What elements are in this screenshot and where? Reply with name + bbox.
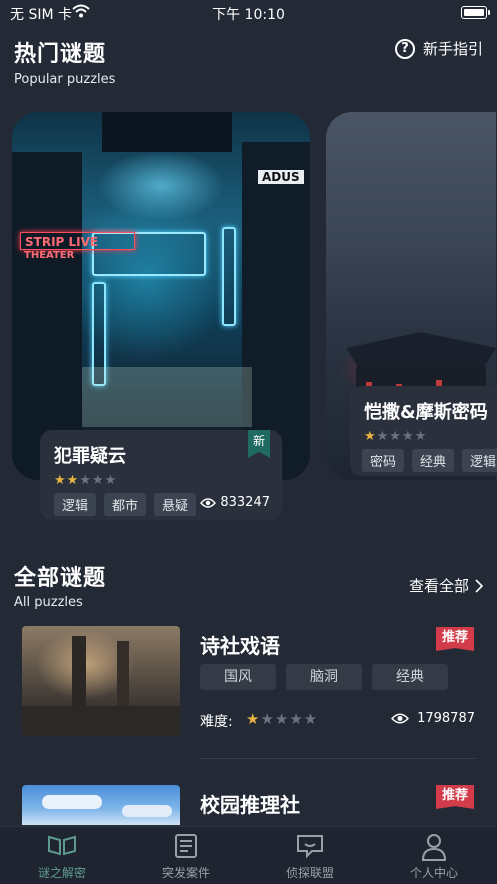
tag: 悬疑: [154, 493, 197, 516]
recommend-badge: 推荐: [436, 627, 474, 651]
tag-list: 逻辑 都市 悬疑: [54, 493, 197, 516]
section-subtitle: All puzzles: [14, 595, 83, 610]
view-count: 833247: [200, 495, 270, 510]
rating-stars: ★★★★★: [364, 429, 428, 444]
chat-icon: [297, 835, 323, 859]
puzzle-tag: 经典: [372, 664, 448, 690]
divider: [200, 758, 476, 759]
puzzle-tag: 脑洞: [286, 664, 362, 690]
featured-info-crime[interactable]: 犯罪疑云 ★★★★★ 逻辑 都市 悬疑 833247: [40, 430, 282, 520]
tab-bar: 谜之解密 突发案件 侦探联盟 个人中心: [0, 826, 497, 884]
difficulty-label: 难度:: [200, 714, 233, 730]
tag: 逻辑: [462, 449, 497, 472]
difficulty-stars: ★★★★★: [246, 710, 319, 728]
puzzle-name: 犯罪疑云: [54, 446, 126, 467]
featured-card-crime[interactable]: STRIP LIVE THEATER ADUS: [12, 112, 310, 480]
person-icon: [421, 834, 447, 861]
eye-icon: [200, 497, 217, 508]
section-title: 全部谜题: [14, 566, 107, 591]
puzzle-name[interactable]: 诗社戏语: [200, 630, 280, 659]
status-bar: 无 SIM 卡 下午 10:10: [0, 0, 497, 24]
rating-stars: ★★★★★: [54, 473, 118, 488]
tab-cases[interactable]: 突发案件: [124, 827, 248, 884]
tab-label: 谜之解密: [37, 866, 86, 880]
view-all-label: 查看全部: [408, 577, 469, 595]
clock: 下午 10:10: [212, 7, 285, 23]
tab-profile[interactable]: 个人中心: [372, 827, 496, 884]
view-all-button[interactable]: 查看全部: [409, 575, 483, 596]
puzzle-tag: 国风: [200, 664, 276, 690]
view-count: 1798787: [391, 711, 475, 726]
shop-sign: ADUS: [258, 170, 304, 184]
guide-label: 新手指引: [422, 40, 483, 58]
page-title: 热门谜题: [14, 42, 107, 67]
puzzle-thumbnail[interactable]: [22, 626, 180, 736]
featured-info-cipher[interactable]: 恺撒&摩斯密码 ★★★★★ 密码 经典 逻辑: [350, 386, 497, 476]
tab-label: 侦探联盟: [285, 866, 334, 880]
puzzle-name[interactable]: 校园推理社: [200, 789, 300, 818]
puzzle-name: 恺撒&摩斯密码: [364, 402, 488, 423]
battery-icon: [461, 6, 490, 19]
tab-label: 突发案件: [161, 866, 210, 880]
recommend-badge: 推荐: [436, 785, 474, 809]
view-count-value: 1798787: [417, 711, 475, 726]
help-icon: ?: [394, 38, 415, 59]
eye-icon: [391, 713, 410, 724]
chevron-right-icon: [475, 578, 483, 593]
tab-puzzles[interactable]: 谜之解密: [0, 827, 124, 884]
neon-sign-sub: THEATER: [24, 250, 75, 261]
guide-button[interactable]: ? 新手指引: [394, 38, 483, 59]
tag: 逻辑: [54, 493, 97, 516]
tag: 密码: [362, 449, 405, 472]
view-count-value: 833247: [220, 495, 270, 510]
tag-list: 密码 经典 逻辑: [362, 449, 497, 472]
tag: 经典: [412, 449, 455, 472]
newspaper-icon: [175, 834, 197, 858]
puzzle-thumbnail[interactable]: [22, 785, 180, 825]
tab-alliance[interactable]: 侦探联盟: [248, 827, 372, 884]
tab-label: 个人中心: [409, 866, 458, 880]
neon-sign: STRIP LIVE: [20, 232, 135, 250]
page-subtitle: Popular puzzles: [14, 72, 116, 87]
book-icon: [48, 835, 76, 856]
tag: 都市: [104, 493, 147, 516]
